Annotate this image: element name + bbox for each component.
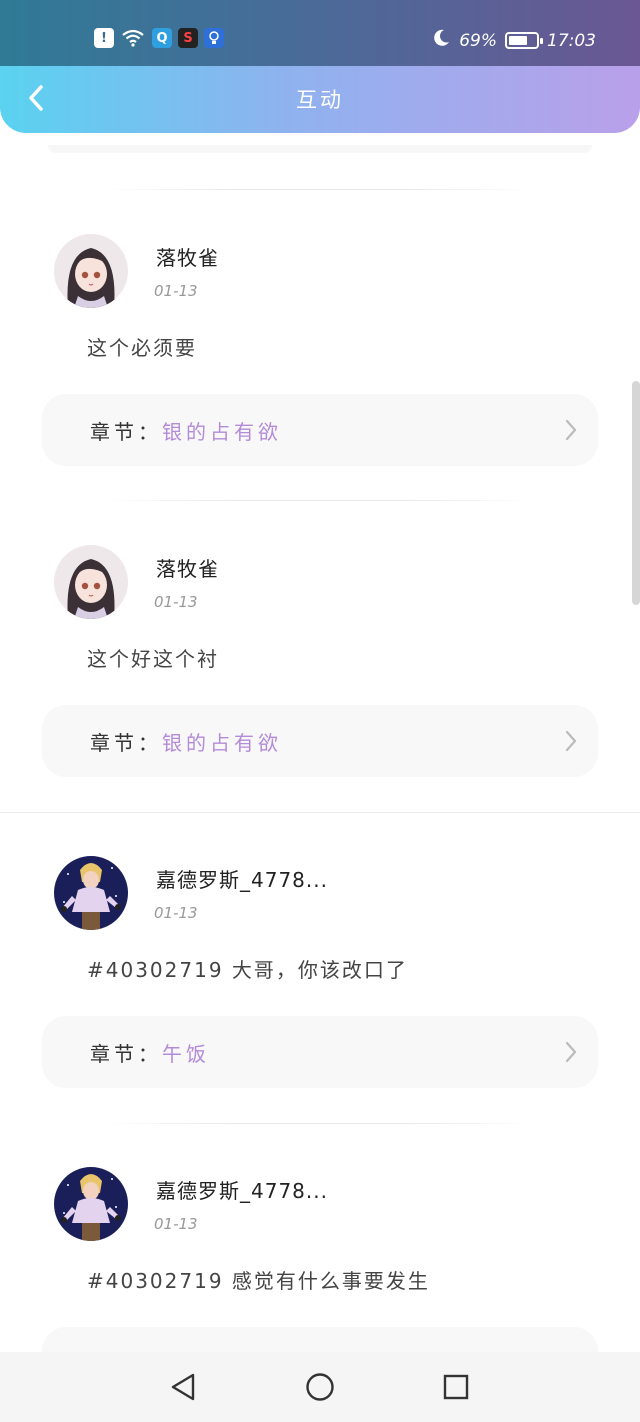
back-triangle-icon — [171, 1373, 195, 1401]
avatar[interactable] — [54, 1167, 128, 1241]
comment-text: 这个好这个衬 — [87, 647, 219, 671]
anime-girl-avatar-icon — [54, 545, 128, 619]
wifi-icon — [120, 28, 146, 48]
recents-square-icon — [443, 1374, 469, 1400]
previous-item-edge — [48, 145, 592, 153]
s-app-icon: S — [178, 28, 198, 48]
status-icons-left: ! Q S — [94, 28, 224, 48]
chapter-link[interactable]: 章节： 银的占有欲 — [42, 705, 598, 777]
anime-girl-avatar-icon — [54, 234, 128, 308]
divider — [104, 500, 534, 501]
comment-text: 这个必须要 — [87, 336, 197, 360]
username[interactable]: 落牧雀 — [156, 553, 219, 582]
battery-icon — [505, 32, 543, 49]
nav-recents-button[interactable] — [439, 1370, 473, 1404]
comment-date: 01-13 — [154, 904, 198, 922]
username[interactable]: 嘉德罗斯_4778... — [156, 1175, 328, 1204]
chapter-prefix: 章节： — [90, 420, 162, 444]
chapter-link[interactable]: 章节： 银的占有欲 — [42, 394, 598, 466]
status-right: 69% 17:03 — [431, 28, 596, 53]
status-bar: ! Q S 69% 17:03 — [0, 0, 640, 66]
chevron-right-icon — [565, 419, 577, 441]
system-nav-bar — [0, 1352, 640, 1422]
divider — [104, 1123, 534, 1124]
home-circle-icon — [306, 1373, 334, 1401]
nav-home-button[interactable] — [303, 1370, 337, 1404]
clock: 17:03 — [547, 30, 596, 51]
scrollbar[interactable] — [632, 381, 640, 605]
username[interactable]: 落牧雀 — [156, 242, 219, 271]
comment-date: 01-13 — [154, 593, 198, 611]
anime-boy-avatar-icon — [54, 856, 128, 930]
page-title: 互动 — [296, 88, 344, 112]
divider — [104, 189, 534, 190]
search-app-icon: Q — [152, 28, 172, 48]
chapter-link[interactable] — [42, 1327, 598, 1352]
anime-boy-avatar-icon — [54, 1167, 128, 1241]
chapter-prefix: 章节： — [90, 1042, 162, 1066]
chapter-name: 银的占有欲 — [162, 731, 282, 755]
app-header: 互动 — [0, 66, 640, 133]
chapter-name: 银的占有欲 — [162, 420, 282, 444]
chapter-prefix: 章节： — [90, 731, 162, 755]
avatar[interactable] — [54, 234, 128, 308]
avatar[interactable] — [54, 545, 128, 619]
comment-text: #40302719 感觉有什么事要发生 — [87, 1269, 430, 1293]
chevron-right-icon — [565, 730, 577, 752]
alert-icon: ! — [94, 28, 114, 48]
comment-text: #40302719 大哥，你该改口了 — [87, 958, 408, 982]
comment-date: 01-13 — [154, 1215, 198, 1233]
nav-back-button[interactable] — [166, 1370, 200, 1404]
chapter-name: 午饭 — [162, 1042, 210, 1066]
divider — [0, 812, 640, 813]
battery-percent: 69% — [459, 30, 497, 51]
chapter-link[interactable]: 章节： 午饭 — [42, 1016, 598, 1088]
comment-list[interactable]: 落牧雀 01-13 这个必须要 章节： 银的占有欲 落牧雀 01-13 这个好这… — [0, 133, 640, 1352]
avatar[interactable] — [54, 856, 128, 930]
chevron-right-icon — [565, 1041, 577, 1063]
comment-date: 01-13 — [154, 282, 198, 300]
username[interactable]: 嘉德罗斯_4778... — [156, 864, 328, 893]
bulb-app-icon — [204, 28, 224, 48]
moon-icon — [431, 28, 451, 53]
battery-fill — [509, 36, 527, 45]
